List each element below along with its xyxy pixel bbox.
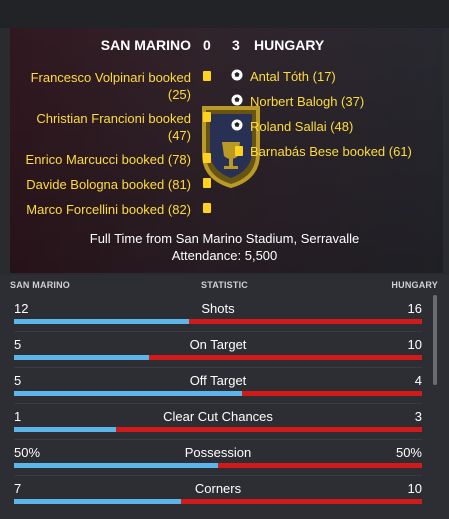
home-bar-fill xyxy=(14,355,149,360)
home-bar-fill xyxy=(14,499,182,504)
stat-row-shots: 12 Shots 16 xyxy=(14,301,422,331)
away-value: 4 xyxy=(414,373,422,388)
home-event: Christian Francioni booked (47) xyxy=(36,110,191,144)
stat-label: Off Target xyxy=(189,373,247,388)
away-score: 3 xyxy=(232,37,240,53)
stat-bar xyxy=(14,391,422,396)
home-bar-fill xyxy=(14,427,116,432)
event-text: Francesco Volpinari booked xyxy=(30,70,191,85)
stat-row-off-target: 5 Off Target 4 xyxy=(14,373,422,403)
stats-scrollbar[interactable] xyxy=(433,295,437,385)
scoreline: SAN MARINO 0 3 HUNGARY xyxy=(0,37,449,55)
event-minute: (47) xyxy=(167,128,191,143)
away-value: 3 xyxy=(414,409,422,424)
yellow-card-icon xyxy=(203,71,211,81)
football-icon xyxy=(231,119,243,131)
football-icon xyxy=(231,94,243,106)
full-time-venue: Full Time from San Marino Stadium, Serra… xyxy=(89,231,360,246)
stat-bar xyxy=(14,319,422,324)
away-event: Roland Sallai (48) xyxy=(250,119,354,134)
event-text: Marco Forcellini booked (82) xyxy=(26,202,191,217)
away-event: Norbert Balogh (37) xyxy=(250,94,365,109)
stat-bar xyxy=(14,427,422,432)
away-event: Barnabás Bese booked (61) xyxy=(250,144,412,159)
away-value: 10 xyxy=(407,481,422,496)
stat-bar xyxy=(14,355,422,360)
stat-label: Clear Cut Chances xyxy=(163,409,273,424)
yellow-card-icon xyxy=(203,203,211,213)
event-minute: (25) xyxy=(167,87,191,102)
away-value: 16 xyxy=(407,301,422,316)
away-event: Antal Tóth (17) xyxy=(250,69,336,84)
home-event: Marco Forcellini booked (82) xyxy=(26,201,191,218)
event-text: Davide Bologna booked (81) xyxy=(26,177,191,192)
stat-row-possession: 50% Possession 50% xyxy=(14,445,422,475)
attendance: Attendance: 5,500 xyxy=(171,248,278,263)
home-event: Davide Bologna booked (81) xyxy=(26,176,191,193)
stat-row-corners: 7 Corners 10 xyxy=(14,481,422,511)
away-value: 10 xyxy=(407,337,422,352)
yellow-card-icon xyxy=(235,146,243,156)
home-bar-fill xyxy=(14,463,218,468)
stat-label: Shots xyxy=(201,301,235,316)
away-value: 50% xyxy=(395,445,422,460)
football-icon xyxy=(231,69,243,81)
yellow-card-icon xyxy=(203,153,211,163)
stat-label: Corners xyxy=(194,481,242,496)
yellow-card-icon xyxy=(203,112,211,122)
stats-header-away: HUNGARY xyxy=(391,280,438,290)
home-bar-fill xyxy=(14,391,243,396)
stat-bar xyxy=(14,463,422,468)
home-event: Francesco Volpinari booked (25) xyxy=(31,69,191,103)
home-team-name[interactable]: SAN MARINO xyxy=(101,37,191,53)
top-bar xyxy=(0,0,449,28)
yellow-card-icon xyxy=(203,178,211,188)
away-team-name[interactable]: HUNGARY xyxy=(254,37,324,53)
event-text: Christian Francioni booked xyxy=(36,111,191,126)
stat-row-on-target: 5 On Target 10 xyxy=(14,337,422,367)
stats-header-statistic: STATISTIC xyxy=(201,280,248,290)
stat-label: Possession xyxy=(184,445,252,460)
stat-bar xyxy=(14,499,422,504)
event-text: Enrico Marcucci booked (78) xyxy=(25,152,191,167)
stat-row-clear-cut-chances: 1 Clear Cut Chances 3 xyxy=(14,409,422,439)
home-bar-fill xyxy=(14,319,190,324)
home-score: 0 xyxy=(203,37,211,53)
home-event: Enrico Marcucci booked (78) xyxy=(26,151,191,168)
stat-label: On Target xyxy=(189,337,247,352)
